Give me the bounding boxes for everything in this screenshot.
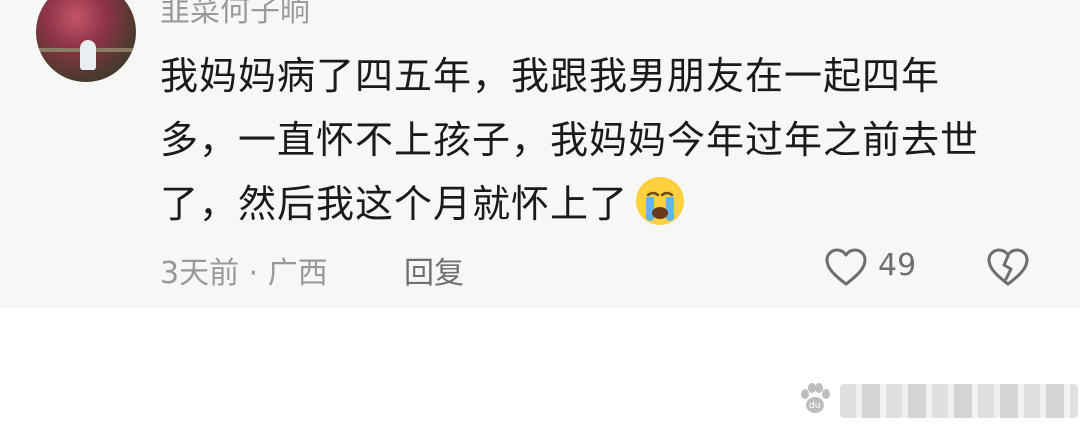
avatar-figure: [80, 40, 96, 70]
comment-line: 我妈妈病了四五年，我跟我男朋友在一起四年: [160, 54, 941, 98]
paw-logo-icon: du: [801, 383, 830, 413]
avatar[interactable]: [36, 0, 136, 82]
comment-time: 3天前: [160, 256, 240, 291]
comment-meta: 3天前 · 广西: [160, 248, 328, 292]
reply-button[interactable]: 回复: [404, 248, 464, 292]
watermark-blurred-text: [840, 384, 1078, 418]
comment-line-text: 了，然后我这个月就怀上了: [160, 182, 629, 226]
comment-line: 多，一直怀不上孩子，我妈妈今年过年之前去世: [160, 118, 980, 162]
username[interactable]: 韭菜何子晌: [160, 0, 310, 30]
svg-text:du: du: [809, 401, 820, 411]
comment-card: 韭菜何子晌 我妈妈病了四五年，我跟我男朋友在一起四年 多，一直怀不上孩子，我妈妈…: [0, 0, 1080, 308]
heart-icon[interactable]: [824, 246, 868, 290]
meta-separator: ·: [248, 256, 259, 291]
like-count: 49: [878, 248, 917, 283]
comment-text: 我妈妈病了四五年，我跟我男朋友在一起四年 多，一直怀不上孩子，我妈妈今年过年之前…: [160, 44, 1020, 236]
comment-line: 了，然后我这个月就怀上了: [160, 172, 1020, 236]
broken-heart-icon[interactable]: [986, 246, 1030, 290]
comment-location: 广西: [267, 256, 328, 291]
watermark: du: [796, 378, 1080, 422]
crying-face-icon: [636, 177, 685, 225]
